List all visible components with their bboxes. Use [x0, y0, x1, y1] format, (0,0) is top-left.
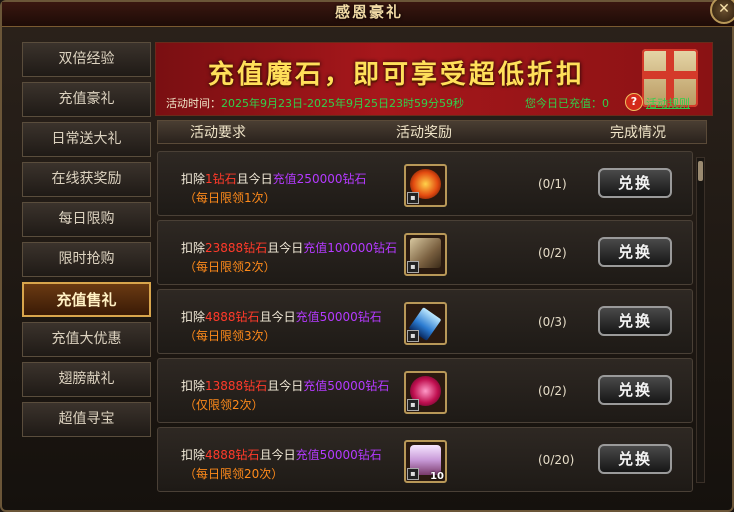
row-limit: （每日限领3次） — [184, 329, 276, 343]
exchange-button[interactable]: 兑换 — [598, 375, 672, 405]
req-mid: 且今日 — [259, 448, 296, 462]
row-progress: (0/1) — [538, 177, 567, 191]
table-header: 活动要求 活动奖励 完成情况 — [157, 120, 707, 144]
lock-icon: ▪ — [407, 468, 419, 480]
req-recharge: 充值50000钻石 — [295, 448, 382, 462]
header-reward: 活动奖励 — [396, 125, 452, 141]
title-bar: 感恩豪礼 — [2, 2, 734, 27]
row-requirement: 扣除4888钻石且今日充值50000钻石 — [181, 446, 382, 463]
req-prefix: 扣除 — [181, 379, 206, 393]
reward-list: 扣除1钻石且今日充值250000钻石 （每日限领1次） ▪ (0/1) 兑换 扣… — [157, 148, 695, 492]
fire-orb-icon[interactable]: ▪ — [404, 164, 447, 207]
table-row: 扣除4888钻石且今日充值50000钻石 （每日限领3次） ▪ (0/3) 兑换 — [157, 289, 693, 354]
req-mid: 且今日 — [259, 310, 296, 324]
row-progress: (0/2) — [538, 246, 567, 260]
req-recharge: 充值50000钻石 — [303, 379, 390, 393]
red-orb-icon[interactable]: ▪ — [404, 371, 447, 414]
sidebar-item-flash-sale[interactable]: 限时抢购 — [22, 242, 151, 277]
header-status: 完成情况 — [610, 125, 666, 141]
sidebar-item-treasure-hunt[interactable]: 超值寻宝 — [22, 402, 151, 437]
event-time-value: 2025年9月23日-2025年9月25日23时59分59秒 — [221, 97, 464, 110]
req-recharge: 充值250000钻石 — [272, 172, 367, 186]
sidebar-item-recharge-sale[interactable]: 充值售礼 — [22, 282, 151, 317]
promo-banner: 充值魔石，即可享受超低折扣 活动时间：2025年9月23日-2025年9月25日… — [155, 42, 713, 116]
lock-icon: ▪ — [407, 330, 419, 342]
lock-icon: ▪ — [407, 399, 419, 411]
row-progress: (0/2) — [538, 384, 567, 398]
window-title: 感恩豪礼 — [334, 3, 403, 21]
req-deduct: 1钻石 — [205, 172, 237, 186]
item-quantity: 10 — [430, 471, 444, 482]
scroll-thumb[interactable] — [698, 161, 703, 181]
req-prefix: 扣除 — [181, 241, 206, 255]
req-prefix: 扣除 — [181, 448, 206, 462]
sidebar-item-wing-gift[interactable]: 翅膀献礼 — [22, 362, 151, 397]
sidebar-item-daily-gift[interactable]: 日常送大礼 — [22, 122, 151, 157]
req-recharge: 充值100000钻石 — [303, 241, 398, 255]
lock-icon: ▪ — [407, 192, 419, 204]
req-prefix: 扣除 — [181, 172, 206, 186]
row-requirement: 扣除1钻石且今日充值250000钻石 — [181, 170, 366, 187]
row-requirement: 扣除4888钻石且今日充值50000钻石 — [181, 308, 382, 325]
row-requirement: 扣除13888钻石且今日充值50000钻石 — [181, 377, 389, 394]
pet-icon[interactable]: ▪ 10 — [404, 440, 447, 483]
rules-link[interactable]: 活动规则 — [646, 95, 690, 111]
table-row: 扣除23888钻石且今日充值100000钻石 （每日限领2次） ▪ (0/2) … — [157, 220, 693, 285]
help-icon[interactable]: ? — [625, 93, 643, 111]
today-recharge: 您今日已充值：0 — [525, 95, 609, 111]
req-mid: 且今日 — [267, 241, 304, 255]
event-time: 活动时间：2025年9月23日-2025年9月25日23时59分59秒 — [166, 95, 464, 111]
row-requirement: 扣除23888钻石且今日充值100000钻石 — [181, 239, 397, 256]
lock-icon: ▪ — [407, 261, 419, 273]
banner-slogan: 充值魔石，即可享受超低折扣 — [208, 60, 586, 90]
row-limit: （每日限领1次） — [184, 191, 276, 205]
exchange-button[interactable]: 兑换 — [598, 168, 672, 198]
req-mid: 且今日 — [236, 172, 273, 186]
sidebar-item-recharge-discount[interactable]: 充值大优惠 — [22, 322, 151, 357]
event-window: 感恩豪礼 ✕ 双倍经验 充值豪礼 日常送大礼 在线获奖励 每日限购 限时抢购 充… — [0, 0, 734, 512]
list-scrollbar[interactable] — [696, 157, 705, 483]
req-deduct: 23888钻石 — [205, 241, 268, 255]
event-time-label: 活动时间： — [166, 97, 221, 110]
exchange-button[interactable]: 兑换 — [598, 444, 672, 474]
exchange-button[interactable]: 兑换 — [598, 237, 672, 267]
medal-icon[interactable]: ▪ — [404, 233, 447, 276]
row-limit: （仅限领2次） — [184, 398, 264, 412]
sidebar-item-daily-limit[interactable]: 每日限购 — [22, 202, 151, 237]
req-deduct: 4888钻石 — [205, 448, 260, 462]
req-mid: 且今日 — [267, 379, 304, 393]
header-requirement: 活动要求 — [190, 125, 246, 141]
table-row: 扣除4888钻石且今日充值50000钻石 （每日限领20次） ▪ 10 (0/2… — [157, 427, 693, 492]
exchange-button[interactable]: 兑换 — [598, 306, 672, 336]
req-deduct: 4888钻石 — [205, 310, 260, 324]
row-limit: （每日限领2次） — [184, 260, 276, 274]
today-recharge-value: 0 — [602, 97, 609, 110]
row-progress: (0/3) — [538, 315, 567, 329]
table-row: 扣除13888钻石且今日充值50000钻石 （仅限领2次） ▪ (0/2) 兑换 — [157, 358, 693, 423]
row-progress: (0/20) — [538, 453, 575, 467]
req-deduct: 13888钻石 — [205, 379, 268, 393]
crystal-icon[interactable]: ▪ — [404, 302, 447, 345]
req-recharge: 充值50000钻石 — [295, 310, 382, 324]
sidebar-item-double-exp[interactable]: 双倍经验 — [22, 42, 151, 77]
req-prefix: 扣除 — [181, 310, 206, 324]
sidebar-item-recharge-gift[interactable]: 充值豪礼 — [22, 82, 151, 117]
row-limit: （每日限领20次） — [184, 467, 284, 481]
sidebar-item-online-reward[interactable]: 在线获奖励 — [22, 162, 151, 197]
today-recharge-label: 您今日已充值： — [525, 97, 602, 110]
table-row: 扣除1钻石且今日充值250000钻石 （每日限领1次） ▪ (0/1) 兑换 — [157, 151, 693, 216]
